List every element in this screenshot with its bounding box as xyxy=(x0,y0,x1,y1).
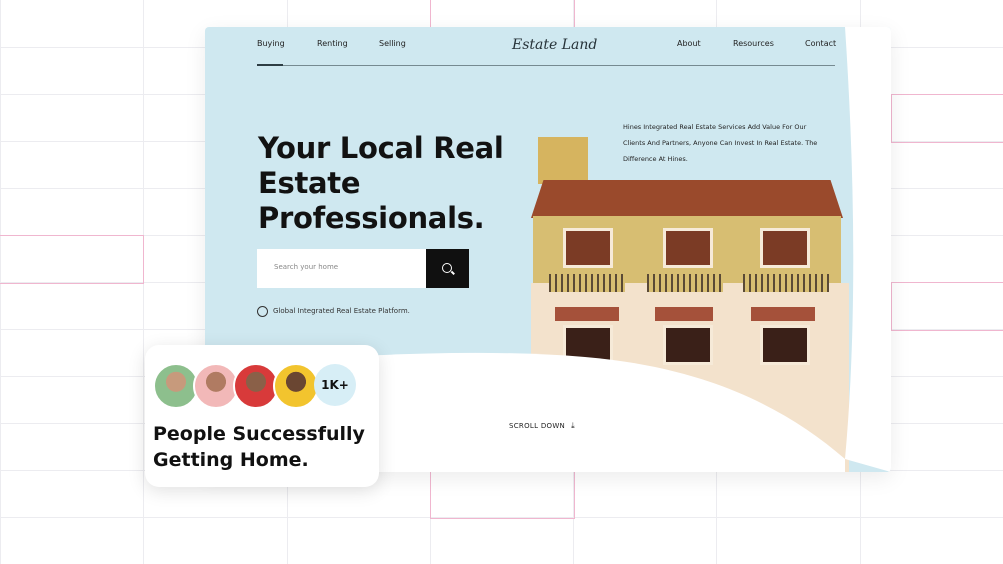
social-proof-text: People Successfully Getting Home. xyxy=(153,423,365,471)
user-count-badge: 1K+ xyxy=(314,364,356,406)
avatar xyxy=(273,363,319,409)
scroll-down-link[interactable]: SCROLL DOWN ⤓ xyxy=(509,421,575,431)
scroll-down-label: SCROLL DOWN xyxy=(509,422,566,430)
arrow-down-icon: ⤓ xyxy=(571,421,575,430)
social-proof-card: 1K+ People Successfully Getting Home. xyxy=(145,345,379,487)
